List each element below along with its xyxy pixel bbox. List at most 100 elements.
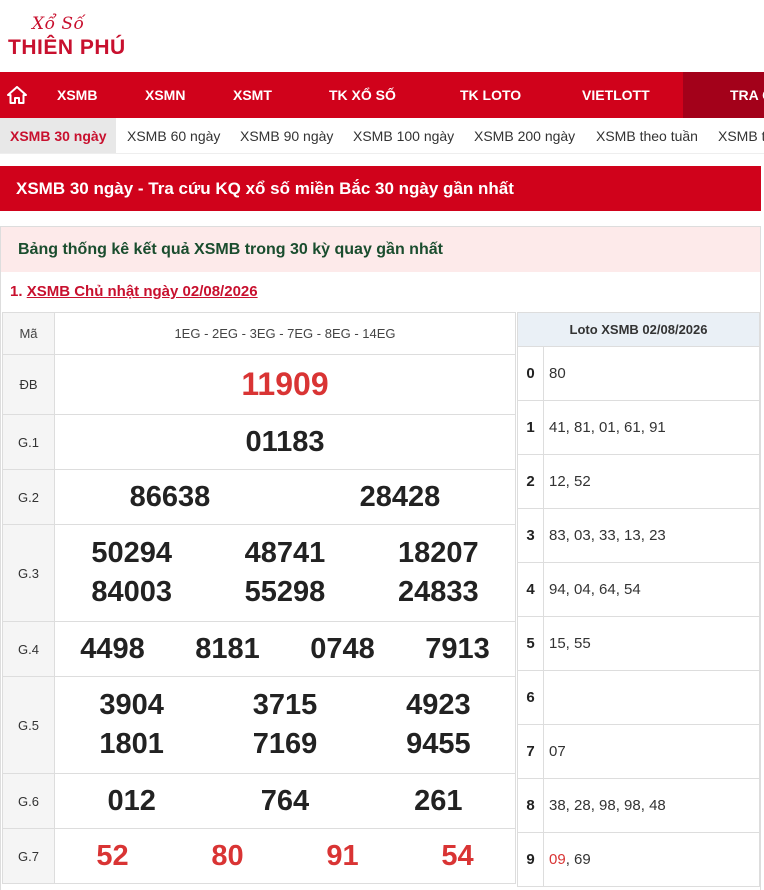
loto-tail-values: 15, 55 [543,616,760,671]
prize-row-g7: G.7 52 80 91 54 [2,828,516,884]
prize-row-g2: G.2 86638 28428 [2,469,516,525]
loto-title: Loto XSMB 02/08/2026 [517,312,760,347]
nav-item-vietlott[interactable]: VIETLOTT [582,72,650,118]
loto-head-digit: 0 [517,346,544,401]
loto-tail-values: 12, 52 [543,454,760,509]
loto-tail-rest: , 69 [565,851,591,868]
result-entry-title: 1. XSMB Chủ nhật ngày 02/08/2026 [1,272,760,312]
prize-number: 80 [211,839,244,872]
subnav-item-60-ngay[interactable]: XSMB 60 ngày [127,118,220,153]
page-title: XSMB 30 ngày - Tra cứu KQ xổ số miền Bắc… [0,166,761,211]
result-date-link[interactable]: XSMB Chủ nhật ngày 02/08/2026 [27,283,258,300]
loto-table: Loto XSMB 02/08/2026 0 80 1 41, 81, 01, … [517,312,760,887]
prize-number: 7913 [425,632,490,665]
loto-tail-values: 07 [543,724,760,779]
loto-head-digit: 6 [517,670,544,725]
prize-row-g5: G.5 3904 3715 4923 1801 7169 9455 [2,676,516,774]
prize-label: G.2 [2,469,55,525]
results-header-row: Mã 1EG - 2EG - 3EG - 7EG - 8EG - 14EG [2,312,516,355]
loto-tail-values: 09, 69 [543,832,760,887]
prize-label: G.5 [2,676,55,774]
subnav-item-90-ngay[interactable]: XSMB 90 ngày [240,118,333,153]
loto-row: 0 80 [517,346,760,401]
loto-head-digit: 9 [517,832,544,887]
loto-head-digit: 3 [517,508,544,563]
prize-number: 86638 [129,480,211,513]
prize-number: 3715 [252,689,318,721]
loto-special-value: 09 [549,851,566,868]
loto-tail-values: 94, 04, 64, 54 [543,562,760,617]
prize-row-g6: G.6 012 764 261 [2,773,516,829]
loto-row: 7 07 [517,724,760,779]
loto-tail-values: 83, 03, 33, 13, 23 [543,508,760,563]
prize-number: 50294 [91,537,172,569]
subnav-item-more[interactable]: XSMB t [718,118,764,153]
nav-item-xsmt[interactable]: XSMT [233,72,272,118]
loto-head-digit: 7 [517,724,544,779]
nav-item-tk-xo-so[interactable]: TK XỔ SỐ [329,72,396,118]
prize-number: 4923 [406,689,471,721]
prize-number: 48741 [244,537,326,569]
prize-number: 28428 [359,480,441,513]
nav-item-xsmb[interactable]: XSMB [57,72,97,118]
loto-head-digit: 2 [517,454,544,509]
loto-row: 6 [517,670,760,725]
loto-head-digit: 8 [517,778,544,833]
prize-label: G.6 [2,773,55,829]
loto-head-digit: 1 [517,400,544,455]
loto-row: 8 38, 28, 98, 98, 48 [517,778,760,833]
home-button[interactable] [0,72,34,118]
prize-label: G.4 [2,621,55,677]
prize-number: 9455 [406,728,471,760]
prize-number: 0748 [310,632,375,665]
nav-item-xsmn[interactable]: XSMN [145,72,185,118]
prize-number: 24833 [397,576,479,608]
prize-number: 54 [441,839,474,872]
logo-top-text: Xổ Số [32,14,85,34]
panel-heading: Bảng thống kê kết quả XSMB trong 30 kỳ q… [1,227,760,272]
subnav-item-100-ngay[interactable]: XSMB 100 ngày [353,118,454,153]
prize-number: 11909 [241,366,329,402]
logo-main-text: THIÊN PHÚ [8,36,126,59]
subnav-item-theo-tuan[interactable]: XSMB theo tuần [596,118,698,153]
sub-nav: XSMB 30 ngày XSMB 60 ngày XSMB 90 ngày X… [0,118,764,154]
prize-number: 764 [260,784,310,817]
subnav-item-30-ngay[interactable]: XSMB 30 ngày [0,118,117,153]
prize-number: 1801 [99,728,164,760]
code-label: Mã [2,312,55,355]
prize-number: 3904 [99,689,164,721]
prize-row-g4: G.4 4498 8181 0748 7913 [2,621,516,677]
loto-row: 4 94, 04, 64, 54 [517,562,760,617]
prize-number: 261 [414,784,463,817]
prize-number: 8181 [195,632,260,665]
loto-tail-values: 41, 81, 01, 61, 91 [543,400,760,455]
home-icon [7,86,27,104]
prize-number: 012 [107,784,156,817]
prize-label: ĐB [2,354,55,415]
special-codes: 1EG - 2EG - 3EG - 7EG - 8EG - 14EG [54,312,516,355]
prize-number: 4498 [80,632,145,665]
loto-head-digit: 5 [517,616,544,671]
loto-tail-values: 80 [543,346,760,401]
loto-row: 9 09, 69 [517,832,760,887]
prize-number: 91 [326,839,359,872]
prize-row-g3: G.3 50294 48741 18207 84003 55298 24833 [2,524,516,622]
site-header: Xổ Số THIÊN PHÚ [0,0,764,72]
loto-tail-values [543,670,760,725]
nav-item-tk-loto[interactable]: TK LOTO [460,72,521,118]
nav-item-tra-cuu[interactable]: TRA C [683,72,764,118]
prize-number: 52 [96,839,129,872]
results-table: Mã 1EG - 2EG - 3EG - 7EG - 8EG - 14EG ĐB… [2,312,516,884]
prize-number: 18207 [397,537,479,569]
prize-label: G.1 [2,414,55,470]
prize-number: 7169 [252,728,318,760]
loto-row: 3 83, 03, 33, 13, 23 [517,508,760,563]
entry-number: 1. [10,283,23,300]
prize-row-db: ĐB 11909 [2,354,516,415]
prize-number: 01183 [245,425,325,458]
subnav-item-200-ngay[interactable]: XSMB 200 ngày [474,118,575,153]
prize-number: 55298 [244,576,326,608]
prize-label: G.7 [2,828,55,884]
loto-row: 1 41, 81, 01, 61, 91 [517,400,760,455]
loto-header-row: Loto XSMB 02/08/2026 [517,312,760,347]
